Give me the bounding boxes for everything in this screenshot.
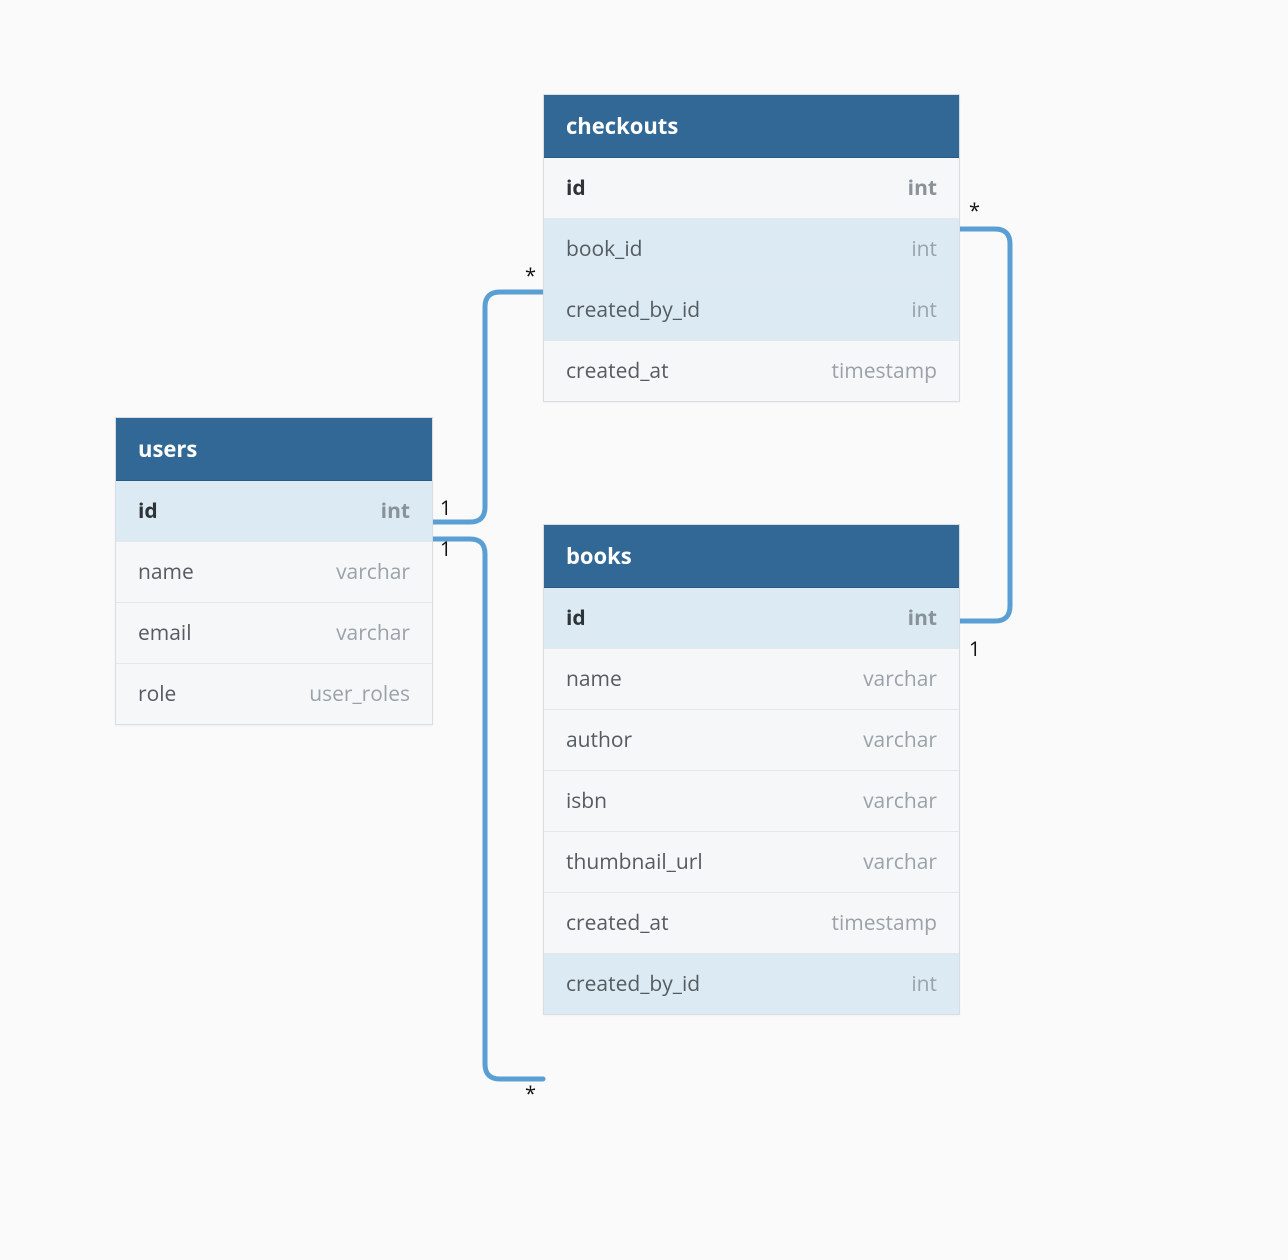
- entity-users-header: users: [116, 418, 432, 481]
- entity-checkouts[interactable]: checkouts id int book_id int created_by_…: [543, 94, 960, 402]
- column-type: int: [911, 296, 937, 324]
- column-type: int: [911, 235, 937, 263]
- column-type: varchar: [863, 848, 937, 876]
- column-name: author: [566, 726, 632, 754]
- table-row[interactable]: thumbnail_url varchar: [544, 832, 959, 893]
- column-name: book_id: [566, 235, 643, 263]
- column-type: timestamp: [832, 909, 937, 937]
- cardinality-label: 1: [440, 494, 451, 521]
- column-type: int: [911, 970, 937, 998]
- cardinality-label: *: [525, 262, 536, 289]
- table-row[interactable]: role user_roles: [116, 664, 432, 724]
- table-row[interactable]: id int: [116, 481, 432, 542]
- column-type: int: [908, 174, 937, 202]
- cardinality-label: *: [969, 197, 980, 224]
- column-name: created_at: [566, 357, 669, 385]
- table-row[interactable]: created_at timestamp: [544, 341, 959, 401]
- table-row[interactable]: author varchar: [544, 710, 959, 771]
- table-row[interactable]: book_id int: [544, 219, 959, 280]
- column-name: id: [566, 174, 586, 202]
- column-type: varchar: [863, 665, 937, 693]
- column-type: int: [381, 497, 410, 525]
- entity-title: books: [566, 541, 632, 571]
- column-name: id: [138, 497, 158, 525]
- column-name: role: [138, 680, 176, 708]
- column-type: varchar: [863, 787, 937, 815]
- erd-canvas: users id int name varchar email varchar …: [0, 0, 1288, 1260]
- entity-title: users: [138, 434, 197, 464]
- column-type: varchar: [336, 558, 410, 586]
- column-type: varchar: [863, 726, 937, 754]
- cardinality-label: 1: [440, 535, 451, 562]
- table-row[interactable]: name varchar: [116, 542, 432, 603]
- table-row[interactable]: created_at timestamp: [544, 893, 959, 954]
- entity-checkouts-header: checkouts: [544, 95, 959, 158]
- table-row[interactable]: id int: [544, 158, 959, 219]
- cardinality-label: *: [525, 1080, 536, 1107]
- entity-books[interactable]: books id int name varchar author varchar…: [543, 524, 960, 1015]
- table-row[interactable]: name varchar: [544, 649, 959, 710]
- column-name: name: [138, 558, 194, 586]
- cardinality-label: 1: [969, 635, 980, 662]
- entity-users[interactable]: users id int name varchar email varchar …: [115, 417, 433, 725]
- column-name: thumbnail_url: [566, 848, 703, 876]
- table-row[interactable]: isbn varchar: [544, 771, 959, 832]
- column-type: int: [908, 604, 937, 632]
- table-row[interactable]: created_by_id int: [544, 954, 959, 1014]
- column-type: user_roles: [309, 680, 410, 708]
- column-name: id: [566, 604, 586, 632]
- table-row[interactable]: email varchar: [116, 603, 432, 664]
- column-type: timestamp: [832, 357, 937, 385]
- column-type: varchar: [336, 619, 410, 647]
- table-row[interactable]: created_by_id int: [544, 280, 959, 341]
- column-name: isbn: [566, 787, 607, 815]
- entity-books-header: books: [544, 525, 959, 588]
- column-name: created_by_id: [566, 296, 700, 324]
- column-name: email: [138, 619, 192, 647]
- column-name: name: [566, 665, 622, 693]
- entity-title: checkouts: [566, 111, 678, 141]
- column-name: created_by_id: [566, 970, 700, 998]
- table-row[interactable]: id int: [544, 588, 959, 649]
- column-name: created_at: [566, 909, 669, 937]
